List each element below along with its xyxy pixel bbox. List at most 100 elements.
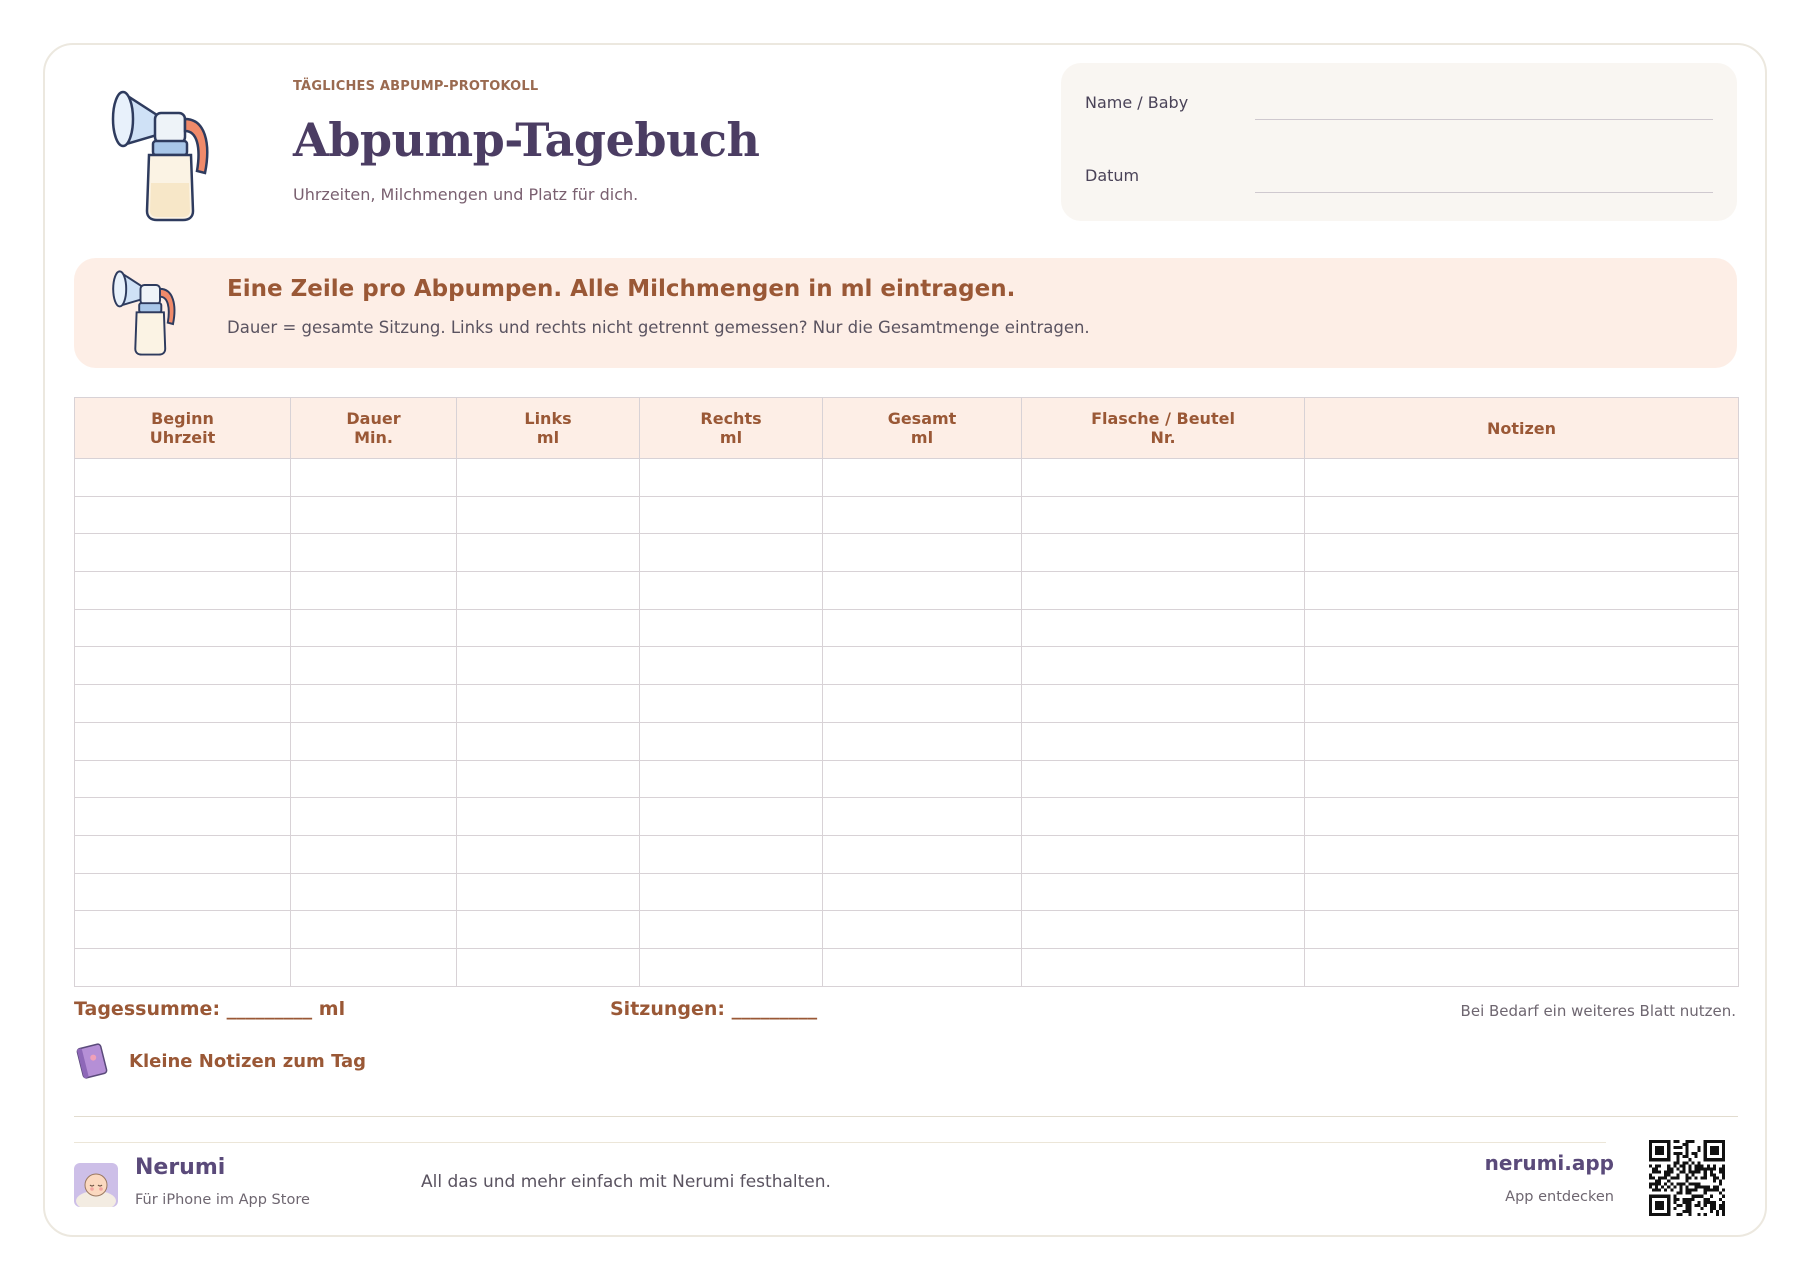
table-cell[interactable] — [639, 458, 823, 497]
table-cell[interactable] — [1021, 834, 1305, 874]
table-cell[interactable] — [639, 721, 823, 761]
table-cell[interactable] — [74, 721, 291, 761]
table-cell[interactable] — [456, 571, 640, 610]
table-cell[interactable] — [639, 759, 823, 799]
table-cell[interactable] — [1304, 608, 1739, 648]
table-cell[interactable] — [1021, 458, 1305, 497]
table-cell[interactable] — [456, 759, 640, 799]
table-cell[interactable] — [74, 571, 291, 610]
table-cell[interactable] — [290, 759, 457, 799]
table-cell[interactable] — [822, 947, 1022, 987]
table-cell[interactable] — [456, 495, 640, 535]
table-cell[interactable] — [290, 608, 457, 648]
table-cell[interactable] — [1021, 721, 1305, 761]
table-cell[interactable] — [639, 533, 823, 573]
table-cell[interactable] — [1304, 684, 1739, 723]
table-cell[interactable] — [1304, 759, 1739, 799]
table-cell[interactable] — [1021, 910, 1305, 949]
table-cell[interactable] — [456, 910, 640, 949]
table-cell[interactable] — [290, 721, 457, 761]
table-cell[interactable] — [456, 872, 640, 912]
table-cell[interactable] — [822, 910, 1022, 949]
table-cell[interactable] — [290, 910, 457, 949]
table-cell[interactable] — [1021, 608, 1305, 648]
table-cell[interactable] — [74, 646, 291, 686]
table-cell[interactable] — [456, 608, 640, 648]
table-cell[interactable] — [822, 608, 1022, 648]
table-cell[interactable] — [456, 458, 640, 497]
qr-code[interactable] — [1649, 1140, 1725, 1216]
table-cell[interactable] — [290, 834, 457, 874]
table-cell[interactable] — [1021, 495, 1305, 535]
table-cell[interactable] — [456, 797, 640, 836]
table-cell[interactable] — [1304, 721, 1739, 761]
table-cell[interactable] — [290, 947, 457, 987]
table-cell[interactable] — [456, 834, 640, 874]
table-cell[interactable] — [290, 797, 457, 836]
table-cell[interactable] — [290, 458, 457, 497]
table-cell[interactable] — [639, 834, 823, 874]
table-cell[interactable] — [74, 533, 291, 573]
table-cell[interactable] — [1021, 872, 1305, 912]
table-cell[interactable] — [1304, 495, 1739, 535]
name-field[interactable]: Name / Baby — [1085, 85, 1713, 125]
table-cell[interactable] — [456, 646, 640, 686]
table-cell[interactable] — [74, 608, 291, 648]
table-cell[interactable] — [456, 947, 640, 987]
table-cell[interactable] — [290, 684, 457, 723]
table-cell[interactable] — [1304, 458, 1739, 497]
table-cell[interactable] — [1021, 533, 1305, 573]
table-cell[interactable] — [1021, 759, 1305, 799]
table-cell[interactable] — [1304, 947, 1739, 987]
date-line[interactable] — [1255, 192, 1713, 193]
table-cell[interactable] — [74, 872, 291, 912]
table-cell[interactable] — [74, 495, 291, 535]
table-cell[interactable] — [456, 721, 640, 761]
table-cell[interactable] — [639, 910, 823, 949]
website-link[interactable]: nerumi.app — [1485, 1151, 1614, 1175]
table-cell[interactable] — [1021, 571, 1305, 610]
table-cell[interactable] — [1021, 684, 1305, 723]
table-cell[interactable] — [290, 571, 457, 610]
table-cell[interactable] — [74, 834, 291, 874]
sessions-field[interactable]: Sitzungen: _________ — [610, 998, 817, 1020]
table-cell[interactable] — [822, 759, 1022, 799]
table-cell[interactable] — [290, 646, 457, 686]
table-cell[interactable] — [822, 571, 1022, 610]
table-cell[interactable] — [74, 910, 291, 949]
table-cell[interactable] — [1304, 834, 1739, 874]
daily-sum-field[interactable]: Tagessumme: _________ ml — [74, 998, 345, 1020]
table-cell[interactable] — [1021, 947, 1305, 987]
table-cell[interactable] — [74, 759, 291, 799]
table-cell[interactable] — [74, 797, 291, 836]
table-cell[interactable] — [639, 872, 823, 912]
table-cell[interactable] — [74, 458, 291, 497]
table-cell[interactable] — [1304, 872, 1739, 912]
table-cell[interactable] — [456, 533, 640, 573]
date-field[interactable]: Datum — [1085, 158, 1713, 198]
table-cell[interactable] — [639, 797, 823, 836]
table-cell[interactable] — [1304, 910, 1739, 949]
table-cell[interactable] — [290, 872, 457, 912]
table-cell[interactable] — [1304, 533, 1739, 573]
table-cell[interactable] — [822, 684, 1022, 723]
table-cell[interactable] — [1021, 797, 1305, 836]
table-cell[interactable] — [1304, 571, 1739, 610]
table-cell[interactable] — [1304, 797, 1739, 836]
table-cell[interactable] — [639, 608, 823, 648]
table-cell[interactable] — [1304, 646, 1739, 686]
table-cell[interactable] — [74, 684, 291, 723]
table-cell[interactable] — [290, 495, 457, 535]
table-cell[interactable] — [822, 495, 1022, 535]
table-cell[interactable] — [74, 947, 291, 987]
table-cell[interactable] — [822, 533, 1022, 573]
table-cell[interactable] — [639, 495, 823, 535]
table-cell[interactable] — [822, 834, 1022, 874]
table-cell[interactable] — [639, 947, 823, 987]
name-line[interactable] — [1255, 119, 1713, 120]
table-cell[interactable] — [822, 872, 1022, 912]
table-cell[interactable] — [290, 533, 457, 573]
table-cell[interactable] — [639, 571, 823, 610]
table-cell[interactable] — [639, 646, 823, 686]
table-cell[interactable] — [822, 458, 1022, 497]
